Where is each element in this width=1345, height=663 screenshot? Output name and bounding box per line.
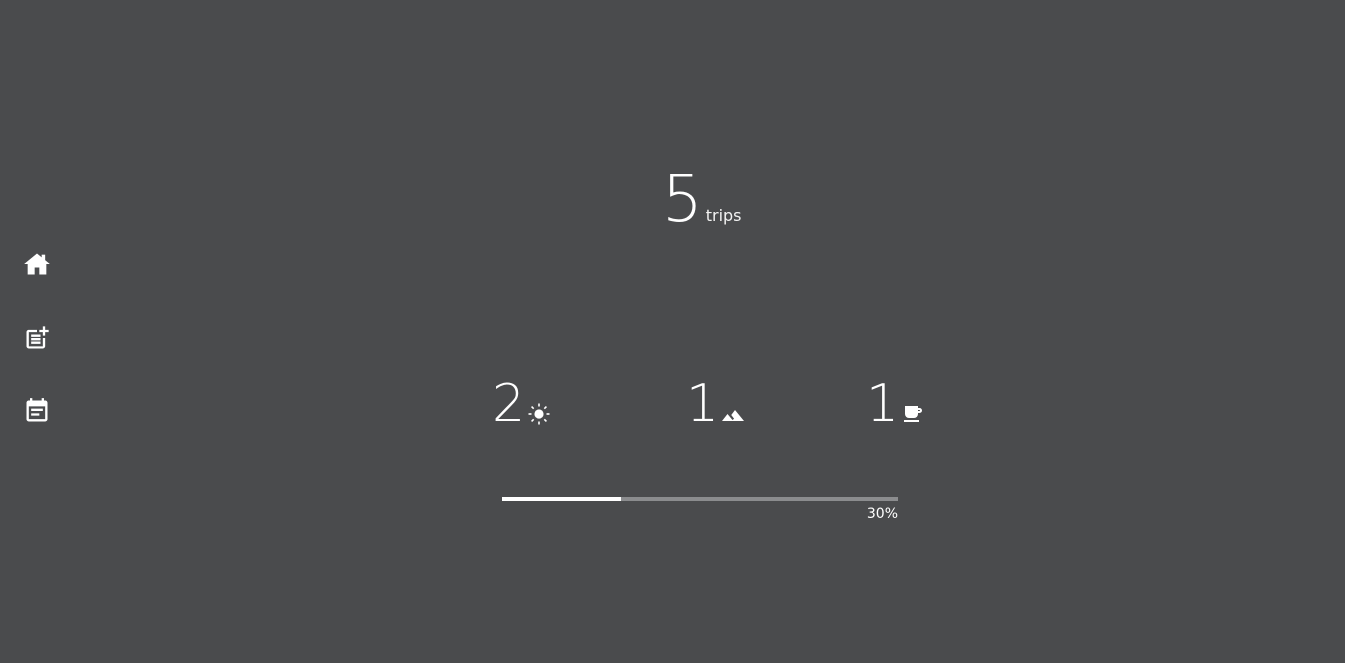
stat-sunny-trips: 2	[492, 374, 551, 434]
nav-trip-list-button[interactable]	[22, 396, 52, 426]
trip-progress-label: 30%	[866, 506, 898, 522]
stat-sunny-count: 2	[492, 374, 526, 434]
trip-progress-bar	[502, 497, 898, 501]
trip-progress-fill	[502, 497, 621, 501]
home-icon	[24, 253, 50, 275]
nav-add-trip-button[interactable]	[22, 323, 52, 353]
post-add-icon	[26, 326, 49, 349]
sun-icon	[527, 402, 551, 426]
total-trips-count: 5	[662, 163, 703, 237]
stat-mountain-count: 1	[686, 374, 720, 434]
nav-home-button[interactable]	[22, 249, 52, 279]
terrain-icon	[721, 402, 745, 426]
stat-cafe-count: 1	[866, 374, 900, 434]
total-trips-unit: trips	[705, 206, 742, 225]
stat-mountain-trips: 1	[686, 374, 745, 434]
total-trips: 5 trips	[662, 168, 742, 232]
stat-cafe-trips: 1	[866, 374, 925, 434]
trip-dashboard: 5 trips 2 1 1 30%	[0, 0, 1345, 663]
coffee-icon	[901, 402, 925, 426]
event-note-icon	[26, 398, 48, 422]
